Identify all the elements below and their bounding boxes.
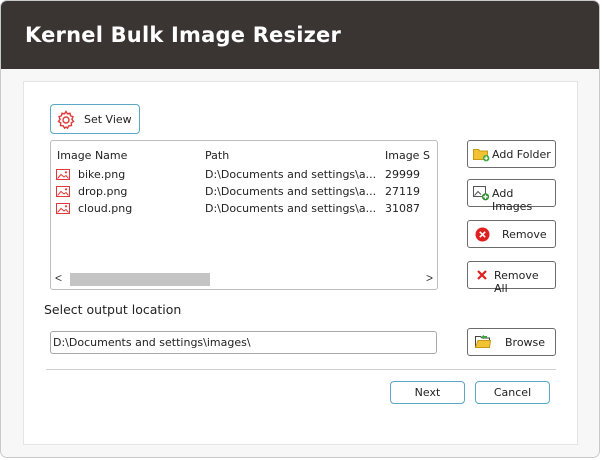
set-view-label: Set View [84, 113, 132, 126]
add-images-label: Add Images [492, 187, 533, 213]
add-images-icon [473, 186, 490, 204]
main-panel: Set View Image Name Path Image S bike.pn… [23, 81, 578, 445]
image-file-icon [56, 186, 70, 200]
output-path-field[interactable] [50, 331, 437, 354]
image-list[interactable]: Image Name Path Image S bike.png D:\Docu… [50, 140, 438, 290]
browse-button[interactable]: Browse [467, 328, 556, 356]
add-folder-icon [473, 147, 490, 165]
next-label: Next [414, 386, 441, 399]
scroll-left-icon[interactable]: < [55, 271, 62, 285]
scrollbar-thumb[interactable] [70, 273, 210, 286]
image-name: cloud.png [78, 202, 133, 215]
cancel-label: Cancel [493, 386, 532, 399]
column-header-image-size[interactable]: Image S [385, 149, 435, 162]
app-title: Kernel Bulk Image Resizer [25, 23, 342, 47]
image-name: bike.png [78, 168, 126, 181]
image-size: 31087 [385, 202, 420, 215]
table-row[interactable]: cloud.png D:\Documents and settings\a...… [51, 201, 437, 218]
horizontal-scrollbar[interactable]: < > [55, 271, 435, 286]
next-button[interactable]: Next [390, 381, 465, 404]
table-row[interactable]: bike.png D:\Documents and settings\a... … [51, 167, 437, 184]
column-header-image-name[interactable]: Image Name [57, 149, 127, 162]
image-path: D:\Documents and settings\a... [205, 185, 377, 198]
add-images-button[interactable]: Add Images [467, 179, 556, 213]
add-folder-label: Add Folder [492, 148, 551, 161]
output-location-label: Select output location [44, 302, 182, 317]
image-file-icon [56, 203, 70, 217]
image-size: 27119 [385, 185, 420, 198]
title-bar: Kernel Bulk Image Resizer [1, 1, 599, 69]
close-icon [476, 269, 488, 284]
remove-all-button[interactable]: Remove All [467, 261, 556, 295]
remove-button[interactable]: Remove [467, 220, 556, 248]
cancel-button[interactable]: Cancel [475, 381, 550, 404]
app-window: Kernel Bulk Image Resizer Set View Image… [0, 0, 600, 458]
remove-label: Remove [502, 228, 547, 241]
browse-folder-icon [474, 334, 492, 352]
set-view-button[interactable]: Set View [50, 104, 140, 134]
image-file-icon [56, 169, 70, 183]
image-path: D:\Documents and settings\a... [205, 168, 377, 181]
image-path: D:\Documents and settings\a... [205, 202, 377, 215]
column-header-path[interactable]: Path [205, 149, 229, 162]
remove-icon [475, 227, 490, 245]
scroll-right-icon[interactable]: > [426, 271, 433, 285]
image-size: 29999 [385, 168, 420, 181]
add-folder-button[interactable]: Add Folder [467, 140, 556, 168]
table-row[interactable]: drop.png D:\Documents and settings\a... … [51, 184, 437, 201]
remove-all-label: Remove All [494, 269, 539, 295]
divider [46, 369, 556, 370]
browse-label: Browse [505, 336, 546, 349]
gear-icon [56, 110, 76, 133]
image-name: drop.png [78, 185, 128, 198]
